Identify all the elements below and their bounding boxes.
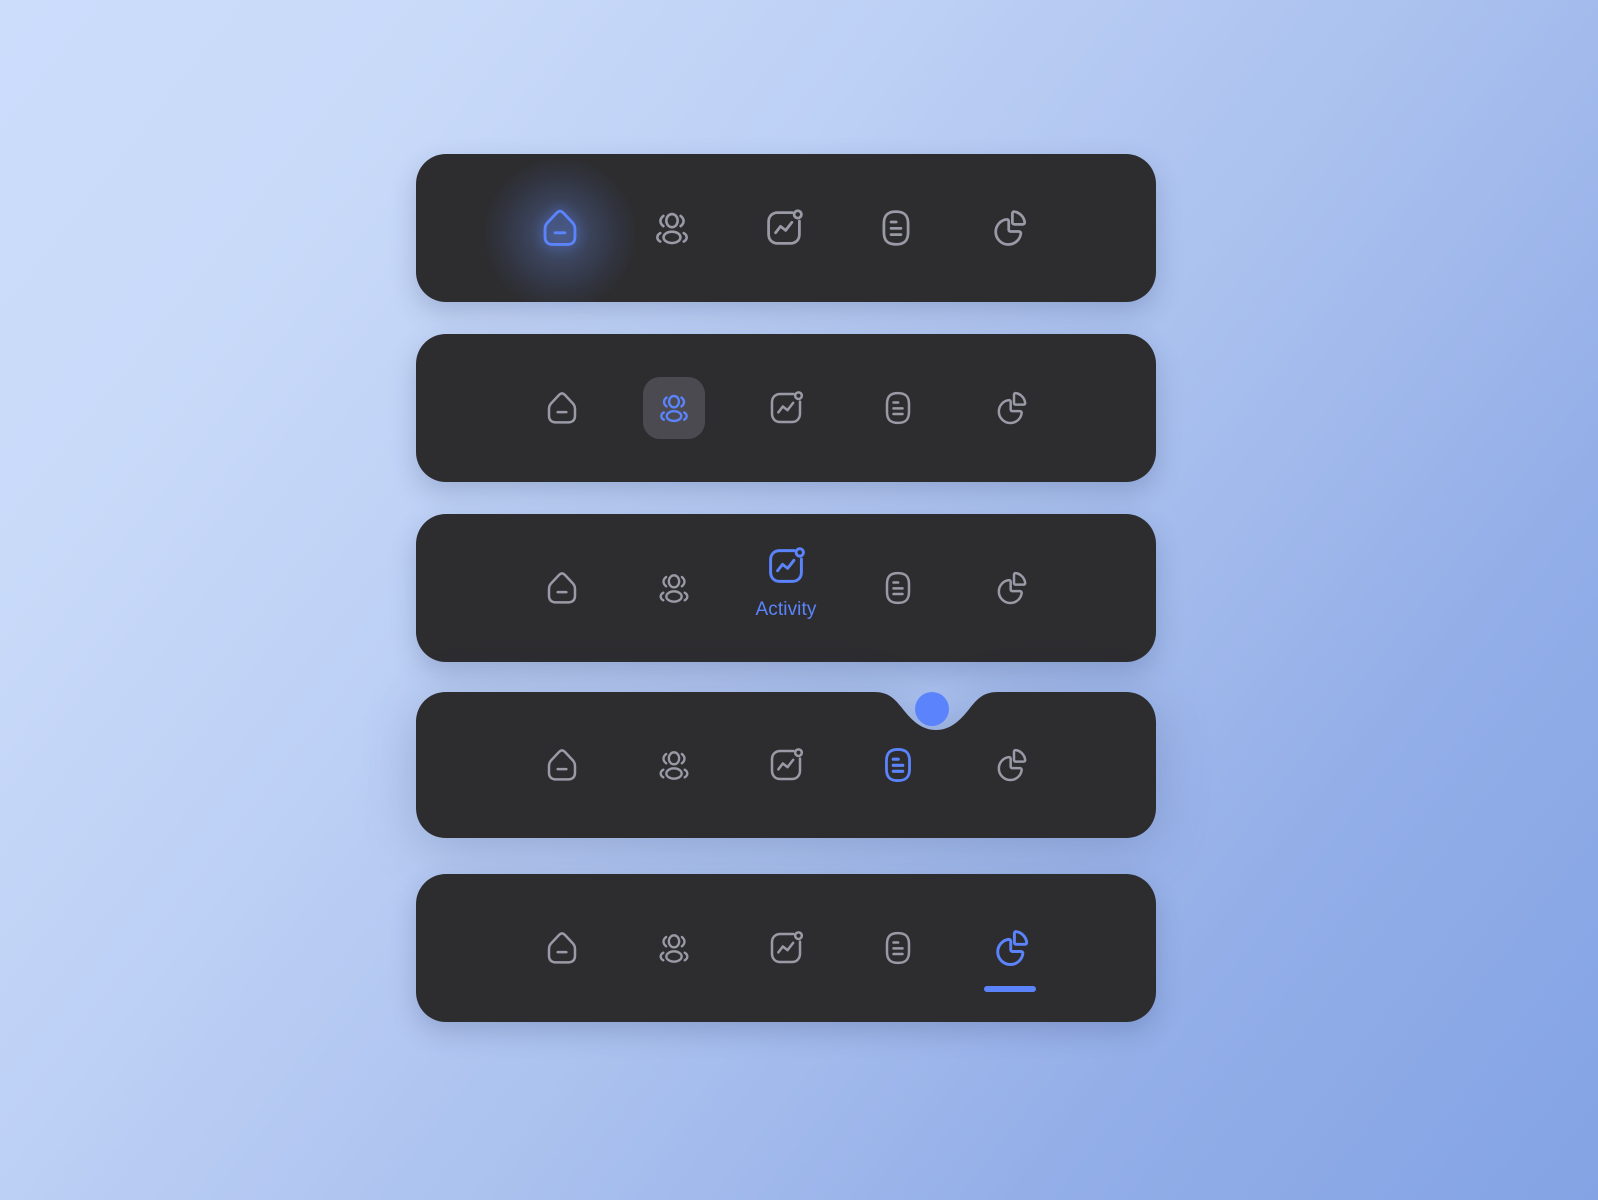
nav-item-reports[interactable] bbox=[952, 154, 1064, 302]
home-icon-wrap bbox=[532, 200, 588, 256]
users-icon-wrap bbox=[646, 737, 702, 793]
nav-item-label-activity: Activity bbox=[755, 599, 817, 620]
document-icon-wrap bbox=[870, 560, 926, 616]
nav-item-home[interactable] bbox=[506, 334, 618, 482]
pie-chart-icon bbox=[996, 930, 1029, 966]
document-icon-wrap bbox=[870, 380, 926, 436]
activity-icon bbox=[770, 748, 804, 781]
document-icon-wrap bbox=[868, 200, 924, 256]
nav-item-home[interactable] bbox=[485, 154, 635, 309]
users-icon-wrap bbox=[646, 560, 702, 616]
pie-chart-icon-wrap bbox=[982, 560, 1038, 616]
activity-icon-wrap bbox=[758, 920, 814, 976]
users-icon-wrap-active bbox=[643, 377, 705, 439]
document-icon-wrap bbox=[870, 920, 926, 976]
nav-row bbox=[416, 692, 1156, 838]
pie-chart-icon bbox=[997, 391, 1027, 425]
notch-indicator-dot bbox=[915, 692, 949, 726]
pie-chart-icon-wrap-active bbox=[982, 920, 1038, 976]
home-icon-wrap bbox=[534, 380, 590, 436]
pie-chart-icon-wrap bbox=[980, 200, 1036, 256]
users-icon bbox=[660, 394, 688, 423]
navbar-glow-variant bbox=[416, 154, 1156, 309]
nav-item-docs[interactable] bbox=[842, 334, 954, 482]
document-icon bbox=[882, 210, 910, 246]
nav-item-reports-active[interactable] bbox=[954, 874, 1066, 1022]
home-icon bbox=[547, 932, 577, 964]
activity-icon bbox=[770, 391, 804, 424]
users-icon bbox=[659, 751, 689, 780]
nav-row bbox=[416, 154, 1156, 309]
home-icon bbox=[547, 749, 577, 781]
nav-item-docs[interactable] bbox=[842, 874, 954, 1022]
nav-item-home[interactable] bbox=[506, 514, 618, 662]
nav-row bbox=[416, 874, 1156, 1022]
document-icon-wrap-active bbox=[870, 737, 926, 793]
home-icon-wrap bbox=[534, 737, 590, 793]
document-icon bbox=[885, 571, 911, 605]
nav-item-home[interactable] bbox=[506, 874, 618, 1022]
nav-item-activity[interactable] bbox=[728, 154, 840, 302]
nav-item-users[interactable] bbox=[616, 154, 728, 302]
nav-item-home[interactable] bbox=[506, 692, 618, 838]
document-icon bbox=[885, 391, 911, 425]
navbar-label-variant: Activity bbox=[416, 514, 1156, 662]
activity-icon-wrap bbox=[758, 737, 814, 793]
nav-item-activity[interactable] bbox=[730, 874, 842, 1022]
navbar-notch-variant bbox=[416, 692, 1156, 838]
home-icon bbox=[547, 572, 577, 604]
pie-chart-icon bbox=[997, 571, 1027, 605]
document-icon bbox=[885, 748, 911, 782]
nav-item-users[interactable] bbox=[618, 334, 730, 482]
navbar-pill-variant bbox=[416, 334, 1156, 482]
nav-item-reports[interactable] bbox=[954, 514, 1066, 662]
activity-icon-wrap-active bbox=[758, 538, 814, 594]
pie-chart-icon-wrap bbox=[982, 737, 1038, 793]
users-icon-wrap bbox=[644, 200, 700, 256]
pie-chart-icon-wrap bbox=[982, 380, 1038, 436]
nav-item-docs[interactable] bbox=[840, 154, 952, 302]
nav-item-users[interactable] bbox=[618, 874, 730, 1022]
nav-item-docs[interactable] bbox=[842, 514, 954, 662]
nav-row bbox=[416, 334, 1156, 482]
activity-icon-wrap bbox=[758, 380, 814, 436]
home-icon bbox=[543, 209, 577, 246]
activity-icon bbox=[767, 209, 803, 245]
nav-item-activity-active[interactable]: Activity bbox=[730, 514, 842, 662]
home-icon-wrap bbox=[534, 920, 590, 976]
activity-icon-wrap bbox=[756, 200, 812, 256]
home-icon bbox=[547, 392, 577, 424]
nav-row: Activity bbox=[416, 514, 1156, 662]
users-icon bbox=[659, 934, 689, 963]
nav-item-reports[interactable] bbox=[954, 692, 1066, 838]
activity-icon bbox=[770, 931, 804, 964]
nav-item-users[interactable] bbox=[618, 514, 730, 662]
activity-icon bbox=[769, 547, 805, 583]
users-icon-wrap bbox=[646, 920, 702, 976]
navbar-underline-variant bbox=[416, 874, 1156, 1022]
users-icon bbox=[659, 574, 689, 603]
document-icon bbox=[885, 931, 911, 965]
nav-item-users[interactable] bbox=[618, 692, 730, 838]
navbar-showcase: Activity bbox=[0, 0, 1598, 1200]
pie-chart-icon bbox=[997, 748, 1027, 782]
home-icon-wrap bbox=[534, 560, 590, 616]
active-underline-indicator bbox=[984, 986, 1036, 992]
pie-chart-icon bbox=[994, 210, 1027, 246]
nav-item-reports[interactable] bbox=[954, 334, 1066, 482]
users-icon bbox=[656, 212, 688, 245]
nav-item-activity[interactable] bbox=[730, 334, 842, 482]
nav-item-activity[interactable] bbox=[730, 692, 842, 838]
